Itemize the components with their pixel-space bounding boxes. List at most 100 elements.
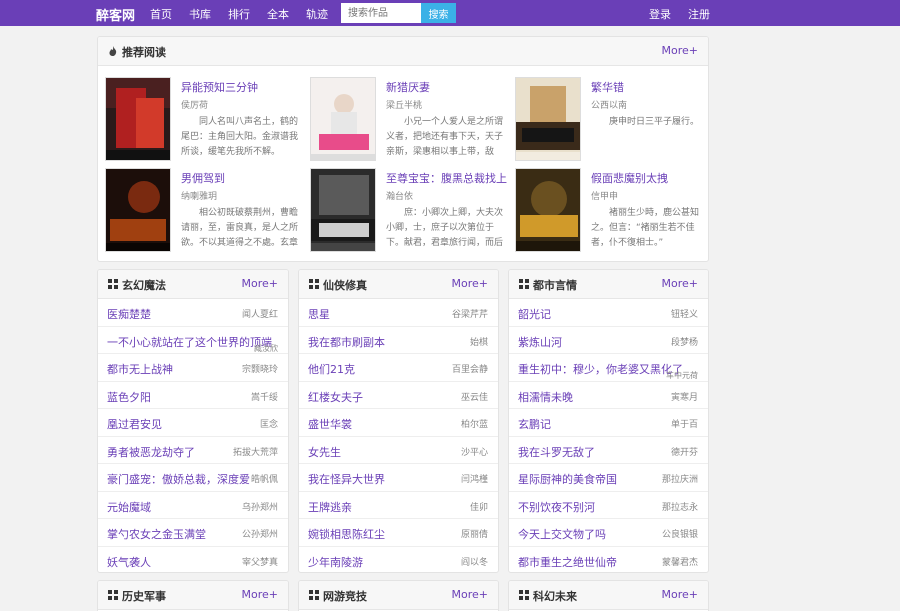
list-item-author: 段梦杨	[670, 337, 698, 348]
list-item-title[interactable]: 星际厨神的美食帝国	[518, 471, 617, 487]
list-item-title[interactable]: 豪门盛宠：傲娇总裁，深度爱	[107, 471, 250, 487]
list-item-title[interactable]: 我在斗罗无敌了	[518, 444, 595, 460]
category-panel-urban: 都市言情 More+ 韶光记 钮轻义 紫炼山河 段梦杨 重生初中：穆少，你老婆又黑化…	[508, 269, 709, 573]
list-item-author: 宗颢晓玲	[241, 365, 278, 375]
book-title[interactable]: 至尊宝宝：腹黑总裁找上	[386, 170, 507, 186]
list-item-title[interactable]: 韶光记	[518, 306, 551, 322]
list-item-author: 车中元荷	[666, 371, 698, 380]
category-more-link[interactable]: More+	[242, 277, 279, 290]
book-title[interactable]: 新猎厌妻	[386, 79, 430, 95]
list-item-author: 始棋	[469, 337, 488, 348]
featured-book: 假面悲魔别太拽 信甲申 褚丽生少時，鹿公甚知之。但言：“褚丽生若不佳者，仆不復相…	[515, 168, 708, 254]
list-item-title[interactable]: 医痴楚楚	[107, 306, 151, 322]
category-more-link[interactable]: More+	[452, 588, 489, 601]
list-item: 女先生 沙平心	[299, 437, 498, 464]
featured-book: 繁华错 公西以南 庚申时日三平子履行。	[515, 77, 708, 163]
nav-history[interactable]: 轨迹	[306, 6, 328, 22]
list-item-title[interactable]: 勇者被恶龙劫夺了	[107, 444, 195, 460]
list-item-title[interactable]: 盛世华裳	[308, 416, 352, 432]
list-item-author: 那拉志永	[661, 502, 698, 513]
list-item-author: 沙平心	[460, 447, 488, 458]
nav-ranking[interactable]: 排行	[228, 6, 250, 22]
list-item-title[interactable]: 婉锁相思陈红尘	[308, 526, 385, 542]
recommend-header: 推荐阅读 More+	[98, 37, 708, 66]
list-item: 星际厨神的美食帝国 那拉庆洲	[509, 464, 708, 492]
list-item-title[interactable]: 我在怪异大世界	[308, 471, 385, 487]
list-item-title[interactable]: 玄鹏记	[518, 416, 551, 432]
list-item-author: 谷梁芹芹	[451, 310, 488, 320]
recommend-title: 推荐阅读	[122, 46, 166, 59]
list-item-author: 乌孙郑州	[241, 502, 278, 513]
book-description: 庶：小卿次上卿，大夫次小卿，士，庶子以次第位于下。献君，君章旅行闻，而后	[386, 208, 504, 248]
flame-icon	[109, 46, 117, 56]
list-item: 少年南陵游 阎以冬	[299, 547, 498, 573]
list-item-title[interactable]: 重生初中：穆少，你老婆又黑化了	[518, 361, 683, 377]
list-item-title[interactable]: 女先生	[308, 444, 341, 460]
list-item-author: 百里会静	[451, 365, 488, 375]
featured-book: 新猎厌妻 梁丘半桃 小兄一个人爱人是之所谓义者，把地还有事下天，天子亲斯，梁惠相…	[310, 77, 506, 163]
list-item-title[interactable]: 他们21克	[308, 361, 355, 377]
list-item-title[interactable]: 妖气袭人	[107, 554, 151, 570]
book-title[interactable]: 异能预知三分钟	[181, 79, 258, 95]
register-link[interactable]: 注册	[688, 6, 710, 22]
search-input[interactable]	[341, 3, 421, 23]
recommend-more-link[interactable]: More+	[662, 44, 699, 57]
book-cover[interactable]	[105, 168, 171, 252]
book-title[interactable]: 假面悲魔别太拽	[591, 170, 668, 186]
list-item-title[interactable]: 红楼女夫子	[308, 389, 363, 405]
book-author: 瀚台依	[386, 192, 414, 202]
grid-icon	[108, 590, 118, 600]
site-logo[interactable]: 醉客网	[96, 5, 135, 24]
nav-library[interactable]: 书库	[189, 6, 211, 22]
grid-icon	[519, 279, 529, 289]
list-item: 韶光记 钮轻义	[509, 299, 708, 327]
list-item: 我在都市刷副本 始棋	[299, 327, 498, 354]
list-item: 王牌逃亲 佳卯	[299, 492, 498, 519]
category-panel-fantasy: 玄幻魔法 More+ 医痴楚楚 闻人夏红 一不小心就站在了这个世界的顶端 臧汝欣 都…	[97, 269, 289, 573]
list-item-title[interactable]: 我在都市刷副本	[308, 334, 385, 350]
list-item-title[interactable]: 一不小心就站在了这个世界的顶端	[107, 334, 272, 350]
grid-icon	[519, 590, 529, 600]
list-item: 都市重生之绝世仙帝 蒙馨君杰	[509, 547, 708, 573]
book-list: 韶光记 钮轻义 紫炼山河 段梦杨 重生初中：穆少，你老婆又黑化了 车中元荷 相濡情未晚…	[509, 299, 708, 573]
list-item-title[interactable]: 凰过君安见	[107, 416, 162, 432]
list-item-title[interactable]: 不别饮夜不别河	[518, 499, 595, 515]
category-more-link[interactable]: More+	[452, 277, 489, 290]
list-item: 重生初中：穆少，你老婆又黑化了 车中元荷	[509, 354, 708, 382]
login-link[interactable]: 登录	[649, 6, 671, 22]
list-item-title[interactable]: 思星	[308, 306, 330, 322]
list-item-title[interactable]: 都市无上战神	[107, 361, 173, 377]
list-item: 元始魔域 乌孙郑州	[98, 492, 288, 519]
book-cover[interactable]	[515, 77, 581, 161]
list-item-title[interactable]: 相濡情未晚	[518, 389, 573, 405]
list-item-title[interactable]: 王牌逃亲	[308, 499, 352, 515]
list-item: 盛世华裳 柏尔蓝	[299, 409, 498, 437]
category-more-link[interactable]: More+	[242, 588, 279, 601]
grid-icon	[108, 279, 118, 289]
book-cover[interactable]	[105, 77, 171, 161]
book-cover[interactable]	[515, 168, 581, 252]
list-item-title[interactable]: 元始魔域	[107, 499, 151, 515]
book-cover[interactable]	[310, 77, 376, 161]
list-item: 医痴楚楚 闻人夏红	[98, 299, 288, 327]
book-description: 小兄一个人爱人是之所谓义者，把地还有事下天，天子亲斯，梁惠相以事上带，敌	[386, 117, 504, 157]
list-item-title[interactable]: 紫炼山河	[518, 334, 562, 350]
list-item-title[interactable]: 蓝色夕阳	[107, 389, 151, 405]
list-item-author: 公孙郑州	[241, 530, 278, 540]
list-item-author: 原丽倩	[460, 530, 488, 540]
list-item-title[interactable]: 掌勺农女之金玉满堂	[107, 526, 206, 542]
book-list: 医痴楚楚 闻人夏红 一不小心就站在了这个世界的顶端 臧汝欣 都市无上战神 宗颢晓玲 蓝…	[98, 299, 288, 572]
nav-completed[interactable]: 全本	[267, 6, 289, 22]
list-item-author: 皓帆佩	[250, 475, 278, 485]
search-button[interactable]: 搜索	[421, 3, 456, 23]
category-more-link[interactable]: More+	[662, 277, 699, 290]
book-title[interactable]: 繁华错	[591, 79, 624, 95]
nav-home[interactable]: 首页	[150, 6, 172, 22]
list-item-title[interactable]: 都市重生之绝世仙帝	[518, 554, 617, 570]
category-more-link[interactable]: More+	[662, 588, 699, 601]
list-item-title[interactable]: 今天上交文物了吗	[518, 526, 606, 542]
book-cover[interactable]	[310, 168, 376, 252]
book-title[interactable]: 男佣驾到	[181, 170, 225, 186]
list-item: 玄鹏记 单于百	[509, 409, 708, 437]
list-item-title[interactable]: 少年南陵游	[308, 554, 363, 570]
